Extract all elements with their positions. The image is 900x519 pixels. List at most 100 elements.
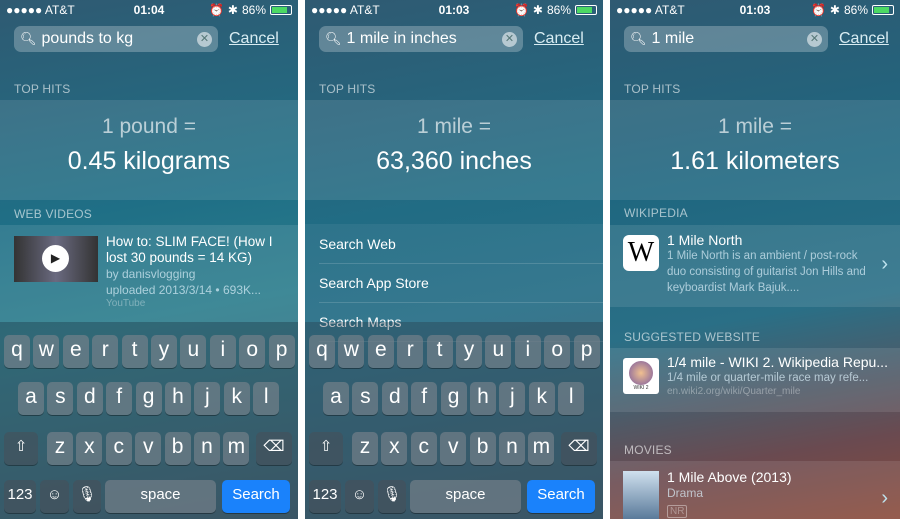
key-m[interactable]: m [528,432,555,465]
suggestions-bg [305,224,603,322]
top-hit-conversion[interactable]: 1 mile = 1.61 kilometers [610,100,900,200]
key-z[interactable]: z [352,432,378,465]
key-j[interactable]: j [499,382,526,415]
key-e[interactable]: e [367,335,394,368]
delete-key[interactable]: ⌫ [256,432,292,465]
key-o[interactable]: o [239,335,266,368]
key-k[interactable]: k [528,382,555,415]
search-field[interactable]: 🔍︎ 1 mile ✕ [624,26,828,52]
key-o[interactable]: o [544,335,571,368]
clear-icon[interactable]: ✕ [807,31,822,47]
search-key[interactable]: Search [222,480,290,513]
key-t[interactable]: t [121,335,148,368]
microphone-key[interactable]: 🎙 [378,480,406,513]
key-n[interactable]: n [194,432,220,465]
top-hit-conversion[interactable]: 1 pound = 0.45 kilograms [0,100,298,200]
clear-icon[interactable]: ✕ [502,31,517,47]
chevron-right-icon[interactable]: › [881,487,888,510]
phone-panel-pounds: ●●●●● AT&T 01:04 ⏰ ✱ 86% 🔍︎ pounds to kg ✕ Cance… [0,0,298,519]
key-c[interactable]: c [105,432,132,465]
status-bar: ●●●●● AT&T 01:03 ⏰ ✱ 86% [616,2,894,18]
chevron-right-icon[interactable]: › [881,253,888,276]
key-a[interactable]: a [323,382,349,415]
cancel-button[interactable]: Cancel [839,30,889,48]
key-l[interactable]: l [253,382,280,415]
video-author: by danisvlogging [106,267,196,281]
key-d[interactable]: d [381,382,408,415]
key-z[interactable]: z [47,432,73,465]
key-s[interactable]: s [47,382,74,415]
key-g[interactable]: g [440,382,467,415]
wikipedia-logo: W [623,235,659,271]
play-icon[interactable]: ▶ [42,245,69,272]
wikipedia-result[interactable]: W 1 Mile North 1 Mile North is an ambient … [610,225,900,307]
clock: 01:03 [739,3,771,17]
emoji-key[interactable]: ☺ [345,480,374,513]
key-y[interactable]: y [151,335,177,368]
key-y[interactable]: y [456,335,482,368]
key-f[interactable]: f [106,382,133,415]
website-text: 1/4 mile - WIKI 2. Wikipedia Repu... 1/4 … [667,354,892,397]
key-x[interactable]: x [76,432,103,465]
key-m[interactable]: m [223,432,250,465]
key-a[interactable]: a [18,382,44,415]
key-t[interactable]: t [426,335,453,368]
search-input[interactable]: 1 mile [652,30,807,48]
shift-key[interactable]: ⇧ [309,432,343,465]
key-i[interactable]: i [514,335,541,368]
key-g[interactable]: g [135,382,162,415]
cancel-button[interactable]: Cancel [534,30,584,48]
key-q[interactable]: q [4,335,30,368]
search-field[interactable]: 🔍︎ 1 mile in inches ✕ [319,26,523,52]
video-thumbnail: ▶ [14,236,98,282]
key-c[interactable]: c [410,432,437,465]
space-key[interactable]: space [105,480,216,513]
key-b[interactable]: b [164,432,191,465]
key-h[interactable]: h [470,382,496,415]
microphone-key[interactable]: 🎙 [73,480,101,513]
shift-key[interactable]: ⇧ [4,432,38,465]
website-description: 1/4 mile or quarter-mile race may refe..… [667,372,869,384]
key-v[interactable]: v [135,432,162,465]
key-h[interactable]: h [165,382,191,415]
key-r[interactable]: r [92,335,119,368]
search-input[interactable]: 1 mile in inches [347,30,502,48]
search-field[interactable]: 🔍︎ pounds to kg ✕ [14,26,218,52]
key-u[interactable]: u [180,335,207,368]
space-key[interactable]: space [410,480,521,513]
key-w[interactable]: w [338,335,365,368]
search-key[interactable]: Search [527,480,595,513]
wiki2-emblem [629,361,653,385]
key-p[interactable]: p [573,335,600,368]
clear-icon[interactable]: ✕ [197,31,212,47]
key-u[interactable]: u [485,335,512,368]
key-f[interactable]: f [411,382,438,415]
key-e[interactable]: e [62,335,89,368]
key-j[interactable]: j [194,382,221,415]
key-q[interactable]: q [309,335,335,368]
cancel-button[interactable]: Cancel [229,30,279,48]
key-s[interactable]: s [352,382,379,415]
numbers-key[interactable]: 123 [4,480,36,513]
wiki2-logo-text: WIKI 2 [633,385,649,391]
conversion-input: 1 mile = [717,115,793,138]
key-r[interactable]: r [397,335,424,368]
key-n[interactable]: n [499,432,525,465]
emoji-key[interactable]: ☺ [40,480,69,513]
key-i[interactable]: i [209,335,236,368]
video-result[interactable]: ▶ How to: SLIM FACE! (How I lost 30 pound… [0,225,298,322]
key-p[interactable]: p [268,335,295,368]
key-k[interactable]: k [223,382,250,415]
key-l[interactable]: l [558,382,585,415]
top-hit-conversion[interactable]: 1 mile = 63,360 inches [305,100,603,200]
search-input[interactable]: pounds to kg [42,30,197,48]
numbers-key[interactable]: 123 [309,480,341,513]
key-w[interactable]: w [33,335,60,368]
website-result[interactable]: WIKI 2 1/4 mile - WIKI 2. Wikipedia Repu.… [610,348,900,412]
key-b[interactable]: b [469,432,496,465]
key-v[interactable]: v [440,432,467,465]
key-x[interactable]: x [381,432,408,465]
movie-result[interactable]: 1 Mile Above (2013) Drama NR › [610,461,900,519]
delete-key[interactable]: ⌫ [561,432,597,465]
key-d[interactable]: d [76,382,103,415]
